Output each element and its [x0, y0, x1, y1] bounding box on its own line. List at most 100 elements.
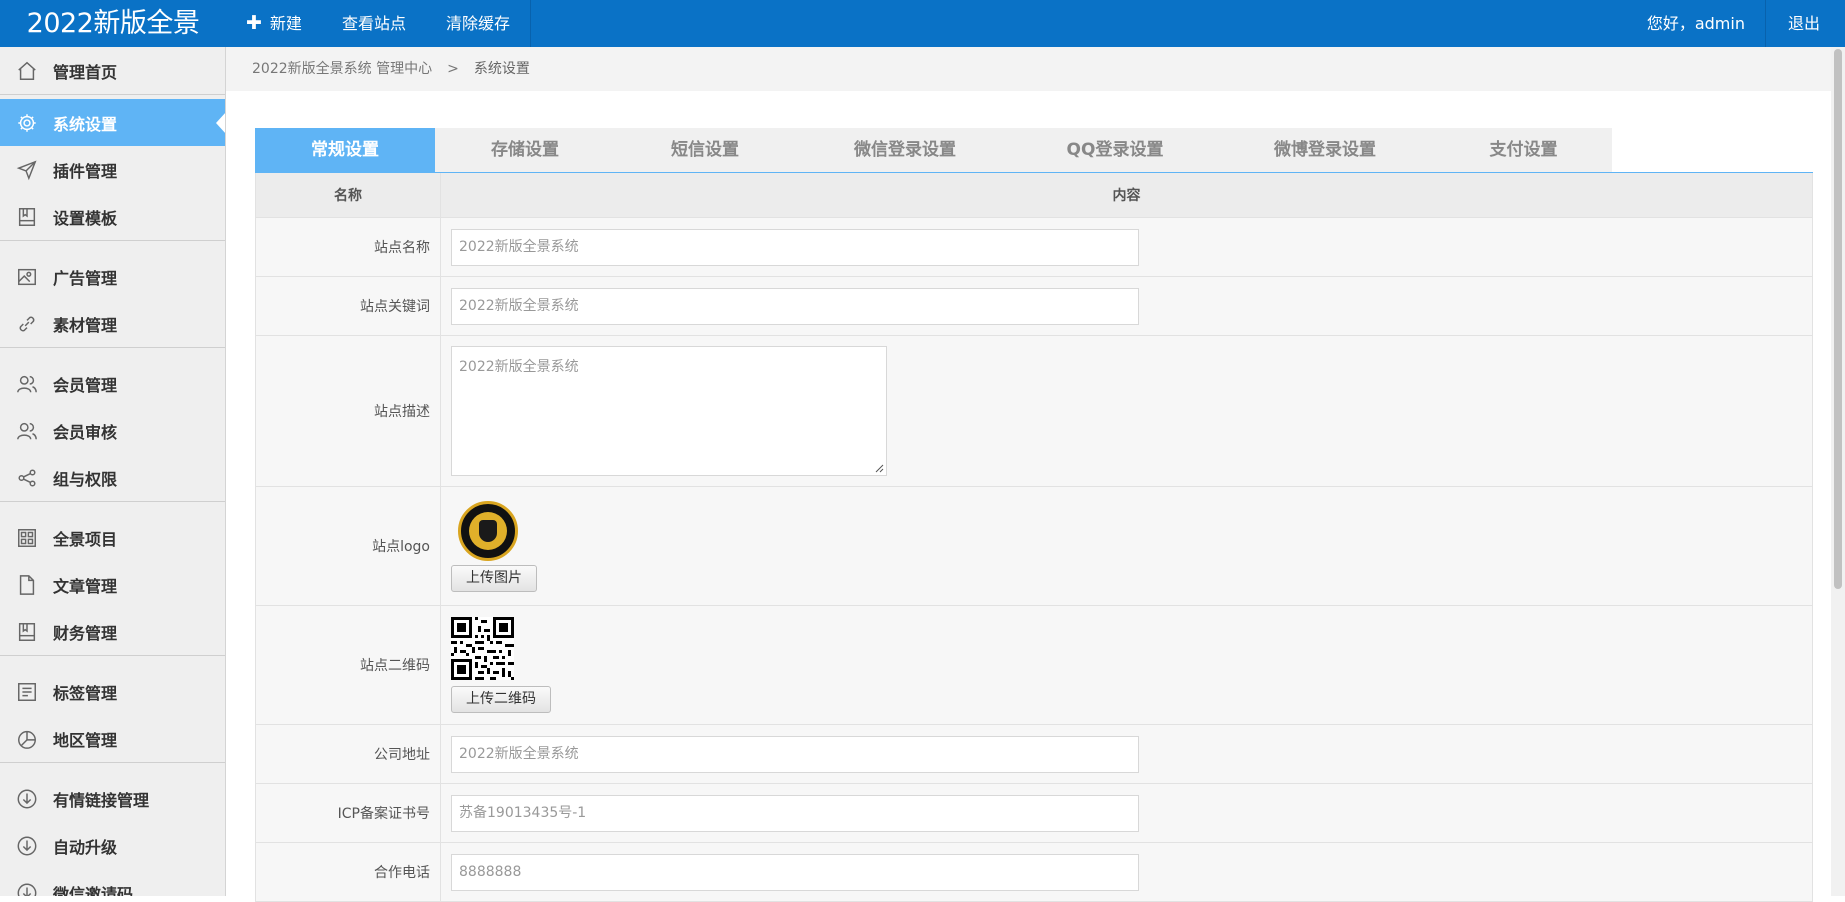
download-icon [16, 788, 38, 810]
sidebar-item-label: 系统设置 [53, 114, 118, 134]
company-address-label: 公司地址 [256, 725, 441, 783]
site-desc-label: 站点描述 [256, 336, 441, 486]
download-icon [16, 835, 38, 857]
breadcrumb-separator: > [447, 61, 459, 77]
sidebar: 管理首页 系统设置 插件管理 设置模板 广告管理 素材管理 会员管理 会员审核 … [0, 47, 226, 896]
site-name-input[interactable]: 2022新版全景系统 [451, 228, 1139, 266]
book-icon [16, 206, 38, 228]
new-button[interactable]: ✚ 新建 [226, 0, 322, 47]
site-desc-textarea[interactable]: 2022新版全景系统 [451, 346, 887, 476]
sidebar-item-plugins[interactable]: 插件管理 [0, 146, 225, 193]
table-row: 站点描述 2022新版全景系统 [256, 336, 1812, 487]
pie-icon [16, 728, 38, 750]
sidebar-item-members[interactable]: 会员管理 [0, 360, 225, 407]
book-icon [16, 621, 38, 643]
breadcrumb-root[interactable]: 2022新版全景系统 管理中心 [252, 61, 432, 77]
tab-weibo-login[interactable]: 微博登录设置 [1215, 128, 1435, 172]
plus-icon: ✚ [246, 12, 262, 34]
tab-sms[interactable]: 短信设置 [615, 128, 795, 172]
sidebar-item-label: 微信邀请码 [53, 884, 134, 897]
sidebar-item-home[interactable]: 管理首页 [0, 47, 225, 94]
gear-icon [16, 112, 38, 134]
tab-payment[interactable]: 支付设置 [1435, 128, 1612, 172]
phone-input[interactable]: 8888888 [451, 853, 1139, 891]
sidebar-divider [0, 240, 225, 253]
sidebar-item-label: 插件管理 [53, 161, 118, 181]
sidebar-item-articles[interactable]: 文章管理 [0, 561, 225, 608]
settings-tabs: 常规设置 存储设置 短信设置 微信登录设置 QQ登录设置 微博登录设置 支付设置 [255, 128, 1813, 173]
sidebar-item-label: 有情链接管理 [53, 790, 150, 810]
scrollbar-thumb[interactable] [1834, 49, 1842, 589]
site-keywords-input[interactable]: 2022新版全景系统 [451, 287, 1139, 325]
view-site-link[interactable]: 查看站点 [322, 0, 426, 47]
breadcrumb: 2022新版全景系统 管理中心 > 系统设置 [226, 47, 1845, 91]
qr-code-image [451, 617, 514, 680]
sidebar-item-member-review[interactable]: 会员审核 [0, 407, 225, 454]
send-icon [16, 159, 38, 181]
image-icon [16, 266, 38, 288]
clear-cache-link[interactable]: 清除缓存 [426, 0, 531, 47]
users-icon [16, 373, 38, 395]
sidebar-item-friend-links[interactable]: 有情链接管理 [0, 775, 225, 822]
upload-logo-button[interactable]: 上传图片 [451, 564, 537, 592]
icp-input[interactable]: 苏备19013435号-1 [451, 794, 1139, 832]
table-header: 名称 内容 [256, 173, 1812, 218]
list-icon [16, 681, 38, 703]
sidebar-item-ads[interactable]: 广告管理 [0, 253, 225, 300]
sidebar-item-wechat-invite[interactable]: 微信邀请码 [0, 869, 225, 896]
sidebar-item-finance[interactable]: 财务管理 [0, 608, 225, 655]
logout-link[interactable]: 退出 [1766, 0, 1845, 47]
top-nav: ✚ 新建 查看站点 清除缓存 [226, 0, 531, 47]
sidebar-item-permissions[interactable]: 组与权限 [0, 454, 225, 501]
tab-wechat-login[interactable]: 微信登录设置 [795, 128, 1015, 172]
upload-qr-button[interactable]: 上传二维码 [451, 686, 551, 713]
sidebar-item-label: 财务管理 [53, 623, 118, 643]
header-name: 名称 [256, 173, 441, 217]
sidebar-item-materials[interactable]: 素材管理 [0, 300, 225, 347]
sidebar-item-label: 全景项目 [53, 529, 118, 549]
tab-general[interactable]: 常规设置 [255, 128, 435, 172]
users-icon [16, 420, 38, 442]
sidebar-item-regions[interactable]: 地区管理 [0, 715, 225, 762]
sidebar-item-label: 广告管理 [53, 268, 118, 288]
sidebar-item-auto-upgrade[interactable]: 自动升级 [0, 822, 225, 869]
user-greeting: 您好，admin [1627, 0, 1766, 47]
table-row: 公司地址 2022新版全景系统 [256, 725, 1812, 784]
table-row: 站点关键词 2022新版全景系统 [256, 277, 1812, 336]
file-icon [16, 574, 38, 596]
breadcrumb-current: 系统设置 [473, 61, 530, 77]
download-icon [16, 882, 38, 896]
table-row: ICP备案证书号 苏备19013435号-1 [256, 784, 1812, 843]
link-icon [16, 313, 38, 335]
resize-grip-icon[interactable] [875, 464, 884, 473]
sidebar-item-label: 设置模板 [53, 208, 118, 228]
site-qr-label: 站点二维码 [256, 606, 441, 724]
settings-table: 名称 内容 站点名称 2022新版全景系统 站点关键词 2022新版全景系统 站… [255, 173, 1813, 902]
tab-storage[interactable]: 存储设置 [435, 128, 615, 172]
header-content: 内容 [1112, 188, 1141, 204]
sidebar-item-label: 管理首页 [53, 62, 118, 82]
site-name-label: 站点名称 [256, 218, 441, 276]
brand-title[interactable]: 2022新版全景 [0, 0, 226, 47]
icp-label: ICP备案证书号 [256, 784, 441, 842]
site-desc-value: 2022新版全景系统 [459, 359, 579, 375]
page-scrollbar[interactable] [1831, 47, 1845, 896]
grid-icon [16, 527, 38, 549]
sidebar-divider [0, 762, 225, 775]
sidebar-item-label: 地区管理 [53, 730, 118, 750]
company-address-input[interactable]: 2022新版全景系统 [451, 735, 1139, 773]
new-label: 新建 [269, 14, 302, 33]
share-icon [16, 467, 38, 489]
table-row: 合作电话 8888888 [256, 843, 1812, 902]
sidebar-divider [0, 347, 225, 360]
sidebar-item-tags[interactable]: 标签管理 [0, 668, 225, 715]
sidebar-item-panorama[interactable]: 全景项目 [0, 514, 225, 561]
sidebar-divider [0, 501, 225, 514]
home-icon [16, 60, 38, 82]
site-logo-image [458, 500, 518, 561]
sidebar-item-label: 标签管理 [53, 683, 118, 703]
tab-qq-login[interactable]: QQ登录设置 [1015, 128, 1215, 172]
table-row: 站点二维码 上传二维码 [256, 606, 1812, 725]
sidebar-item-system-settings[interactable]: 系统设置 [0, 99, 225, 146]
sidebar-item-templates[interactable]: 设置模板 [0, 193, 225, 240]
